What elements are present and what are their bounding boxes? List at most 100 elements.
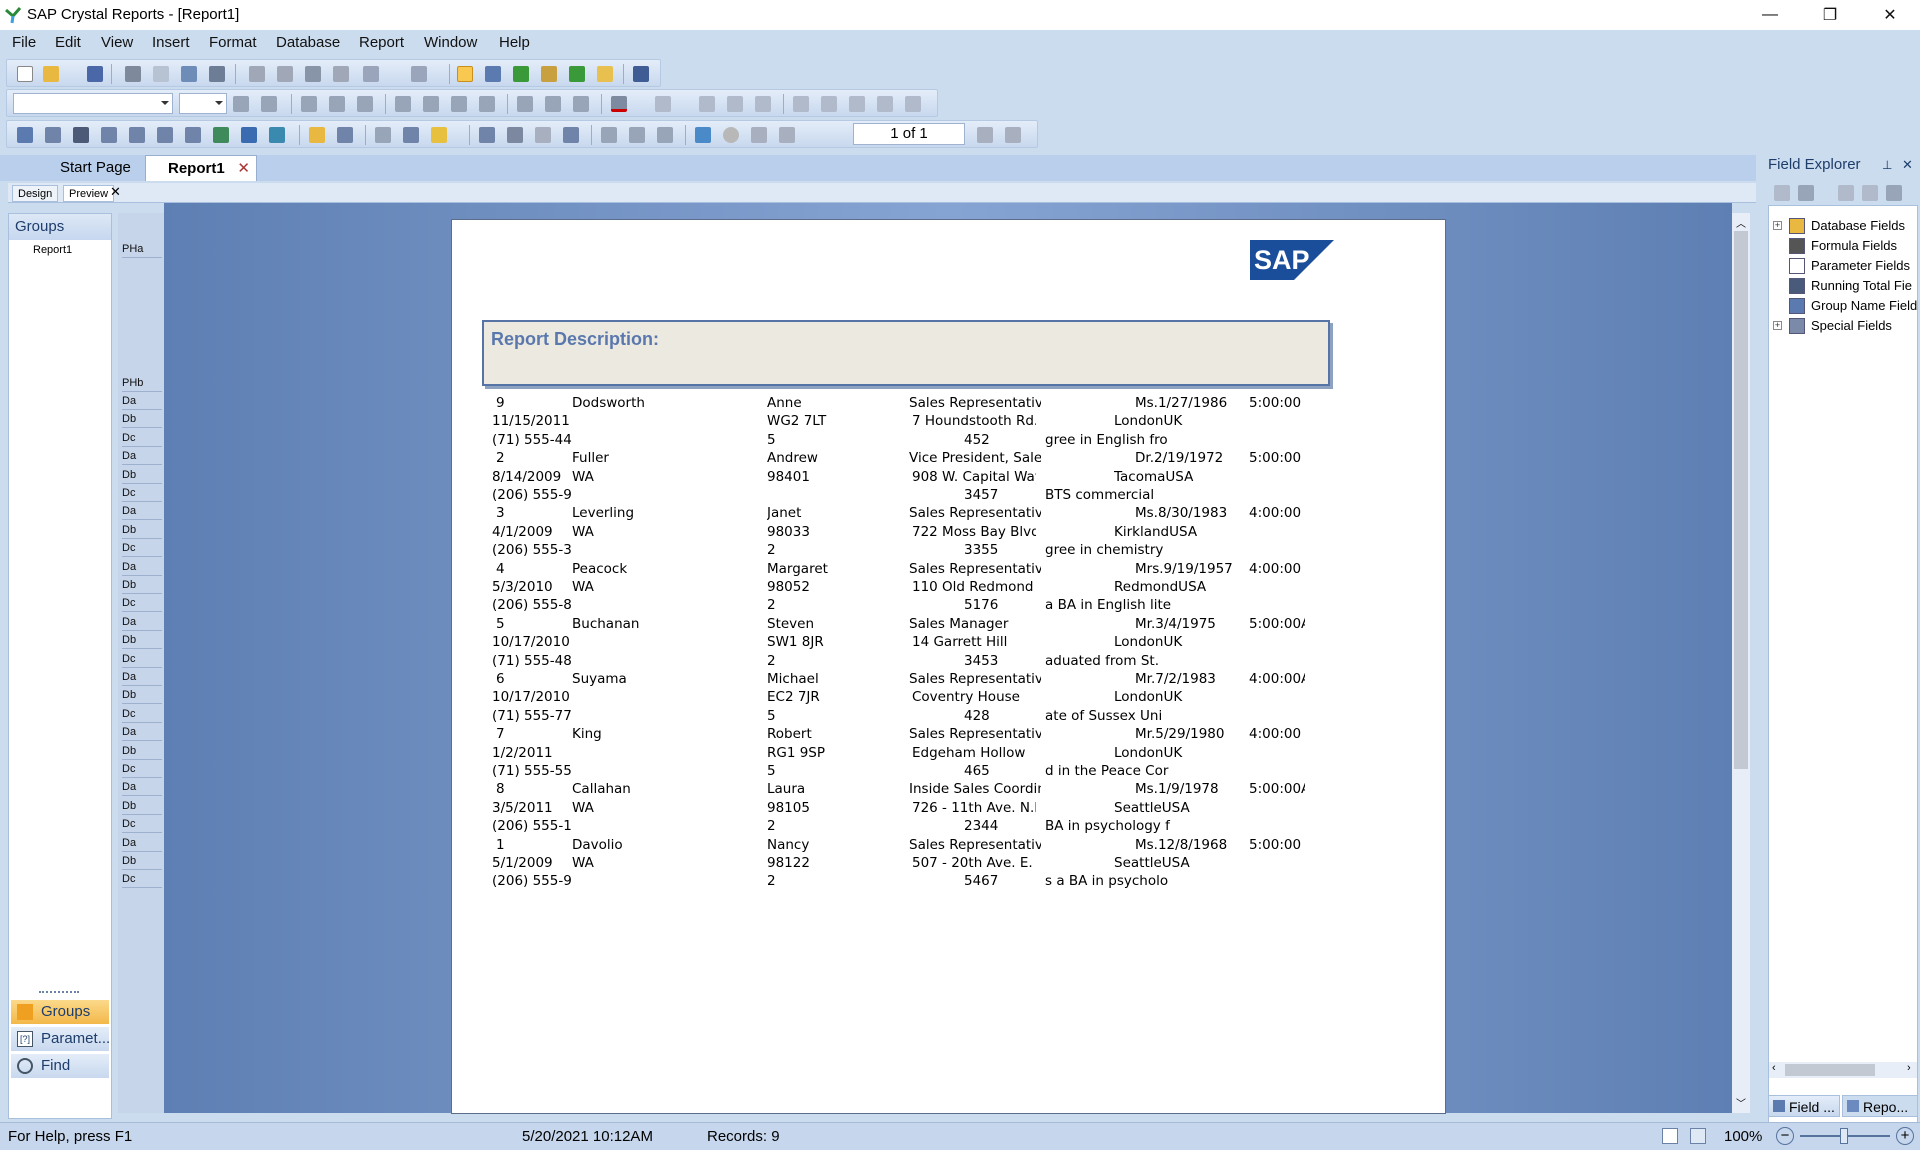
field-notes[interactable]: BTS commercial xyxy=(1045,487,1195,503)
zoom-slider-thumb[interactable] xyxy=(1840,1128,1848,1144)
thousands-icon[interactable] xyxy=(821,96,837,112)
field-postal[interactable]: WG2 7LT xyxy=(767,413,907,429)
stop-icon[interactable] xyxy=(723,127,739,143)
field-tree-item[interactable]: + Special Fields xyxy=(1769,316,1917,336)
panel-splitter[interactable] xyxy=(39,991,79,994)
scrollbar-thumb[interactable] xyxy=(1734,231,1748,769)
insert-text-object-icon[interactable] xyxy=(17,127,33,143)
field-birth[interactable]: Ms.12/8/1968 xyxy=(1135,837,1245,853)
field-cityc[interactable]: LondonUK xyxy=(1114,634,1314,650)
section-expert-icon[interactable] xyxy=(479,127,495,143)
field-notes[interactable]: ate of Sussex Uni xyxy=(1045,708,1195,724)
align-middle-icon[interactable] xyxy=(545,96,561,112)
field-id[interactable]: 7 xyxy=(496,726,556,742)
menu-report[interactable]: Report xyxy=(359,34,404,51)
edit-field-icon[interactable] xyxy=(1862,185,1878,201)
italic-icon[interactable] xyxy=(329,96,345,112)
field-cityc[interactable]: SeattleUSA xyxy=(1114,855,1314,871)
field-first[interactable]: Nancy xyxy=(767,837,907,853)
field-postal[interactable]: SW1 8JR xyxy=(767,634,907,650)
field-birth[interactable]: Mrs.9/19/1957 xyxy=(1135,561,1245,577)
field-explorer-icon[interactable] xyxy=(513,66,529,82)
open-icon[interactable] xyxy=(43,66,59,82)
insert-to-report-icon[interactable] xyxy=(1774,185,1790,201)
field-hire[interactable]: 11/15/2011 xyxy=(492,413,572,429)
insert-picture-icon[interactable] xyxy=(213,127,229,143)
field-title[interactable]: Sales Representative xyxy=(909,726,1041,742)
scroll-left-icon[interactable]: ‹ xyxy=(1772,1062,1776,1074)
fit-page-icon[interactable] xyxy=(1690,1128,1706,1144)
field-ext2[interactable]: 2344 xyxy=(964,818,1044,834)
field-postal[interactable]: 98105 xyxy=(767,800,907,816)
field-region[interactable]: WA xyxy=(572,579,652,595)
field-first[interactable]: Janet xyxy=(767,505,907,521)
tab-report1[interactable]: Report1 ✕ xyxy=(145,155,257,181)
field-last[interactable]: Davolio xyxy=(572,837,762,853)
group-expert-icon[interactable] xyxy=(337,127,353,143)
field-id[interactable]: 2 xyxy=(496,450,556,466)
tab-field-explorer[interactable]: Field ... xyxy=(1768,1095,1840,1117)
insert-subreport-icon[interactable] xyxy=(129,127,145,143)
field-hire[interactable]: 3/5/2011 xyxy=(492,800,572,816)
group-tree-root[interactable]: Report1 xyxy=(33,244,72,256)
field-address[interactable]: 722 Moss Bay Blvd. xyxy=(912,524,1036,540)
vertical-scrollbar[interactable]: ︿ ﹀ xyxy=(1732,213,1750,1113)
field-address[interactable]: Edgeham Hollow xyxy=(912,745,1036,761)
field-id[interactable]: 8 xyxy=(496,781,556,797)
field-cityc[interactable]: LondonUK xyxy=(1114,413,1314,429)
browse-icon[interactable] xyxy=(1798,185,1814,201)
report-explorer-icon[interactable] xyxy=(485,66,501,82)
format-painter-icon[interactable] xyxy=(333,66,349,82)
page-view-icon[interactable] xyxy=(1662,1128,1678,1144)
field-cityc[interactable]: LondonUK xyxy=(1114,689,1314,705)
field-cityc[interactable]: SeattleUSA xyxy=(1114,800,1314,816)
field-address[interactable]: 110 Old Redmond R xyxy=(912,579,1036,595)
field-hire[interactable]: 4/1/2009 xyxy=(492,524,572,540)
close-panel-icon[interactable]: ✕ xyxy=(1902,153,1913,177)
field-phone[interactable]: (71) 555-44 xyxy=(492,432,574,448)
tab-design[interactable]: Design xyxy=(12,185,59,202)
select-expert-icon[interactable] xyxy=(431,127,447,143)
cut-icon[interactable] xyxy=(249,66,265,82)
scroll-up-icon[interactable]: ︿ xyxy=(1736,215,1746,230)
field-last[interactable]: Callahan xyxy=(572,781,762,797)
field-last[interactable]: Suyama xyxy=(572,671,762,687)
field-ext[interactable]: 2 xyxy=(767,653,847,669)
field-time[interactable]: 4:00:00 xyxy=(1249,726,1305,742)
field-ext[interactable]: 5 xyxy=(767,708,847,724)
field-postal[interactable]: EC2 7JR xyxy=(767,689,907,705)
field-id[interactable]: 6 xyxy=(496,671,556,687)
align-right-icon[interactable] xyxy=(451,96,467,112)
field-notes[interactable]: aduated from St. xyxy=(1045,653,1195,669)
field-phone[interactable]: (71) 555-48 xyxy=(492,653,574,669)
field-postal[interactable]: 98033 xyxy=(767,524,907,540)
field-time[interactable]: 4:00:00 xyxy=(1249,505,1305,521)
insert-summary-icon[interactable] xyxy=(73,127,89,143)
scroll-right-icon[interactable]: › xyxy=(1907,1062,1911,1074)
undo-icon[interactable] xyxy=(363,66,379,82)
field-first[interactable]: Steven xyxy=(767,616,907,632)
pin-icon[interactable]: ⊥ xyxy=(1882,153,1892,177)
field-cityc[interactable]: RedmondUSA xyxy=(1114,579,1314,595)
field-first[interactable]: Robert xyxy=(767,726,907,742)
field-birth[interactable]: Ms.8/30/1983 xyxy=(1135,505,1245,521)
last-page-icon[interactable] xyxy=(1005,127,1021,143)
template-expert-icon[interactable] xyxy=(563,127,579,143)
decrease-font-icon[interactable] xyxy=(261,96,277,112)
percent-icon[interactable] xyxy=(849,96,865,112)
field-first[interactable]: Laura xyxy=(767,781,907,797)
restore-button[interactable]: ❐ xyxy=(1800,0,1860,30)
field-time[interactable]: 5:00:00A xyxy=(1249,616,1305,632)
insert-chart-icon[interactable] xyxy=(241,127,257,143)
insert-box-icon[interactable] xyxy=(185,127,201,143)
align-center-icon[interactable] xyxy=(423,96,439,112)
field-first[interactable]: Margaret xyxy=(767,561,907,577)
field-address[interactable]: 908 W. Capital Way xyxy=(912,469,1036,485)
page-number-field[interactable]: 1 of 1 xyxy=(853,123,965,145)
field-ext2[interactable]: 3453 xyxy=(964,653,1044,669)
field-address[interactable]: 726 - 11th Ave. N.E xyxy=(912,800,1036,816)
field-title[interactable]: Inside Sales Coordina xyxy=(909,781,1041,797)
nav-parameters-button[interactable]: [?] Paramet... xyxy=(11,1027,110,1051)
insert-crosstab-icon[interactable] xyxy=(101,127,117,143)
field-region[interactable]: WA xyxy=(572,855,652,871)
